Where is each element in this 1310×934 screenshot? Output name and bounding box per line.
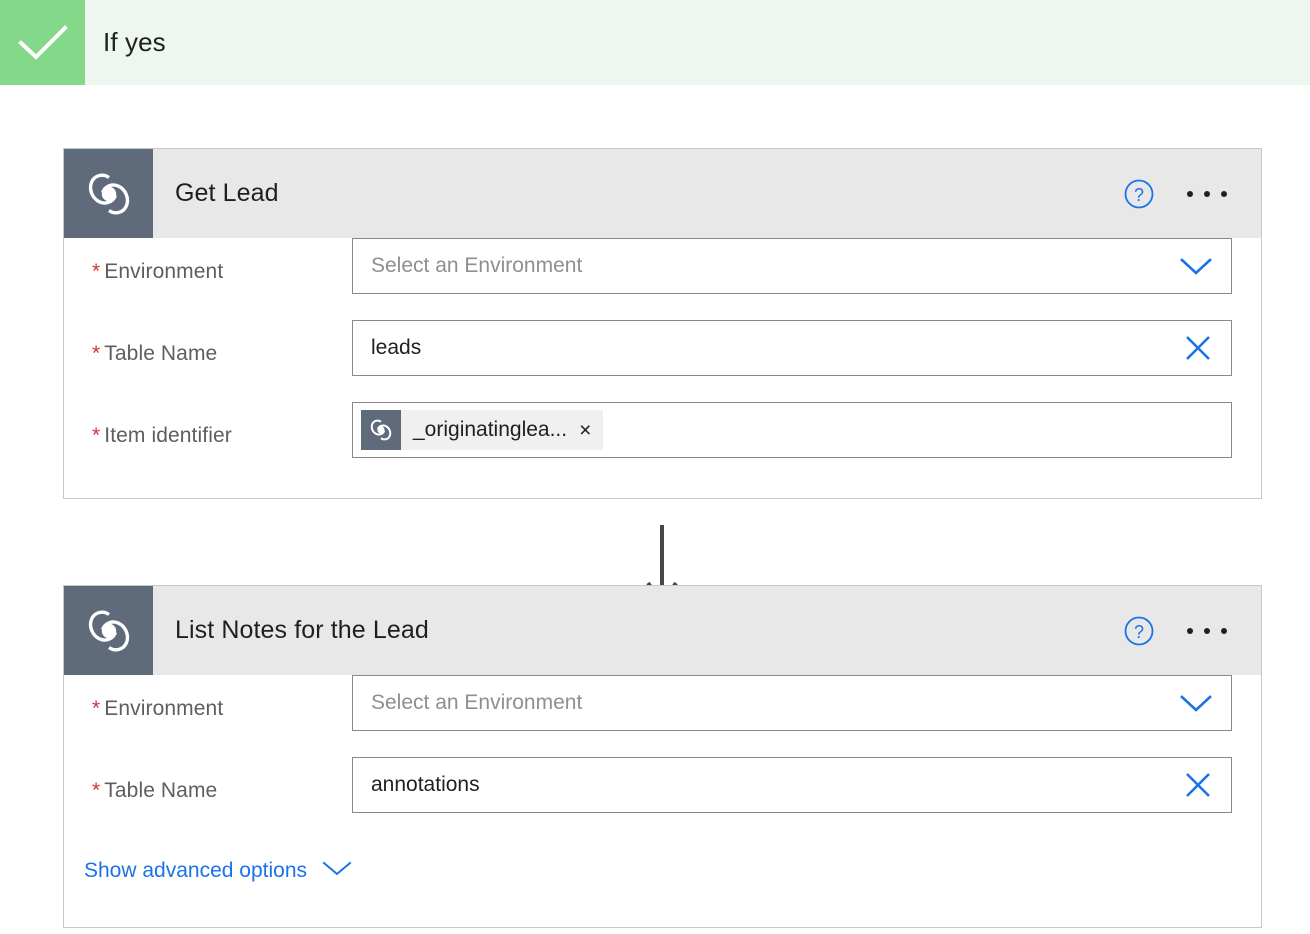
field-control: Select an Environment bbox=[352, 675, 1262, 731]
action-card-get-lead[interactable]: Get Lead ? * Environment Select an Envir… bbox=[63, 148, 1262, 499]
show-advanced-options-label: Show advanced options bbox=[84, 859, 307, 882]
check-icon bbox=[0, 0, 85, 85]
field-row-environment: * Environment Select an Environment bbox=[64, 675, 1261, 731]
card-header[interactable]: Get Lead ? bbox=[64, 149, 1261, 238]
chevron-down-icon[interactable] bbox=[1179, 692, 1213, 714]
item-identifier-input[interactable]: _originatinglea... × bbox=[352, 402, 1232, 458]
table-name-value: leads bbox=[371, 336, 422, 359]
card-title: Get Lead bbox=[175, 179, 279, 207]
ellipsis-dot bbox=[1221, 190, 1227, 197]
field-control: _originatinglea... × bbox=[352, 402, 1262, 458]
close-x-icon[interactable] bbox=[1183, 770, 1213, 800]
ellipsis-icon[interactable] bbox=[1181, 181, 1233, 207]
card-header-actions: ? bbox=[1123, 149, 1261, 238]
environment-placeholder: Select an Environment bbox=[371, 254, 583, 277]
row-spacer bbox=[64, 294, 1261, 320]
dataverse-icon bbox=[64, 149, 153, 238]
required-asterisk: * bbox=[92, 779, 101, 802]
required-asterisk: * bbox=[92, 260, 101, 283]
card-bottom-spacer bbox=[64, 458, 1261, 498]
field-row-environment: * Environment Select an Environment bbox=[64, 238, 1261, 294]
ellipsis-dot bbox=[1204, 627, 1210, 634]
table-name-value: annotations bbox=[371, 773, 480, 796]
dynamic-content-token[interactable]: _originatinglea... × bbox=[361, 410, 604, 450]
ellipsis-icon[interactable] bbox=[1181, 618, 1233, 644]
chevron-down-icon[interactable] bbox=[1179, 255, 1213, 277]
field-control: annotations bbox=[352, 757, 1262, 813]
field-control: leads bbox=[352, 320, 1262, 376]
chevron-down-icon[interactable] bbox=[321, 859, 353, 883]
flow-canvas: Get Lead ? * Environment Select an Envir… bbox=[0, 85, 1310, 934]
branch-header-if-yes: If yes bbox=[0, 0, 1310, 85]
help-circle-icon[interactable]: ? bbox=[1123, 178, 1155, 210]
dataverse-icon bbox=[64, 586, 153, 675]
token-remove-icon[interactable]: × bbox=[577, 420, 603, 441]
help-circle-icon[interactable]: ? bbox=[1123, 615, 1155, 647]
card-body: * Environment Select an Environment * Ta… bbox=[64, 675, 1261, 927]
field-control: Select an Environment bbox=[352, 238, 1262, 294]
show-advanced-options-link[interactable]: Show advanced options bbox=[64, 859, 353, 883]
close-x-icon[interactable] bbox=[1183, 333, 1213, 363]
action-card-list-notes-for-the-lead[interactable]: List Notes for the Lead ? * Environment … bbox=[63, 585, 1262, 928]
card-body: * Environment Select an Environment * Ta… bbox=[64, 238, 1261, 498]
field-label-table-name: * Table Name bbox=[92, 779, 218, 802]
field-row-item-identifier: * Item identifier _originatinglea... × bbox=[64, 402, 1261, 458]
field-row-table-name: * Table Name leads bbox=[64, 320, 1261, 376]
card-bottom-spacer bbox=[64, 883, 1261, 927]
table-name-input[interactable]: annotations bbox=[352, 757, 1232, 813]
card-header-actions: ? bbox=[1123, 586, 1261, 675]
card-title: List Notes for the Lead bbox=[175, 616, 429, 644]
token-label: _originatinglea... bbox=[413, 418, 568, 441]
ellipsis-dot bbox=[1187, 190, 1193, 197]
field-label-table-name: * Table Name bbox=[92, 342, 218, 365]
row-spacer bbox=[64, 376, 1261, 402]
field-row-table-name: * Table Name annotations bbox=[64, 757, 1261, 813]
field-label-environment: * Environment bbox=[92, 697, 224, 720]
table-name-input[interactable]: leads bbox=[352, 320, 1232, 376]
environment-dropdown[interactable]: Select an Environment bbox=[352, 675, 1232, 731]
card-header[interactable]: List Notes for the Lead ? bbox=[64, 586, 1261, 675]
required-asterisk: * bbox=[92, 424, 101, 447]
ellipsis-dot bbox=[1204, 190, 1210, 197]
branch-title: If yes bbox=[103, 27, 166, 57]
svg-text:?: ? bbox=[1134, 185, 1144, 205]
field-label-item-identifier: * Item identifier bbox=[92, 424, 232, 447]
required-asterisk: * bbox=[92, 342, 101, 365]
field-label-environment: * Environment bbox=[92, 260, 224, 283]
ellipsis-dot bbox=[1187, 627, 1193, 634]
row-spacer bbox=[64, 813, 1261, 859]
dataverse-icon bbox=[361, 410, 401, 450]
environment-dropdown[interactable]: Select an Environment bbox=[352, 238, 1232, 294]
row-spacer bbox=[64, 731, 1261, 757]
svg-text:?: ? bbox=[1134, 622, 1144, 642]
required-asterisk: * bbox=[92, 697, 101, 720]
environment-placeholder: Select an Environment bbox=[371, 691, 583, 714]
ellipsis-dot bbox=[1221, 627, 1227, 634]
